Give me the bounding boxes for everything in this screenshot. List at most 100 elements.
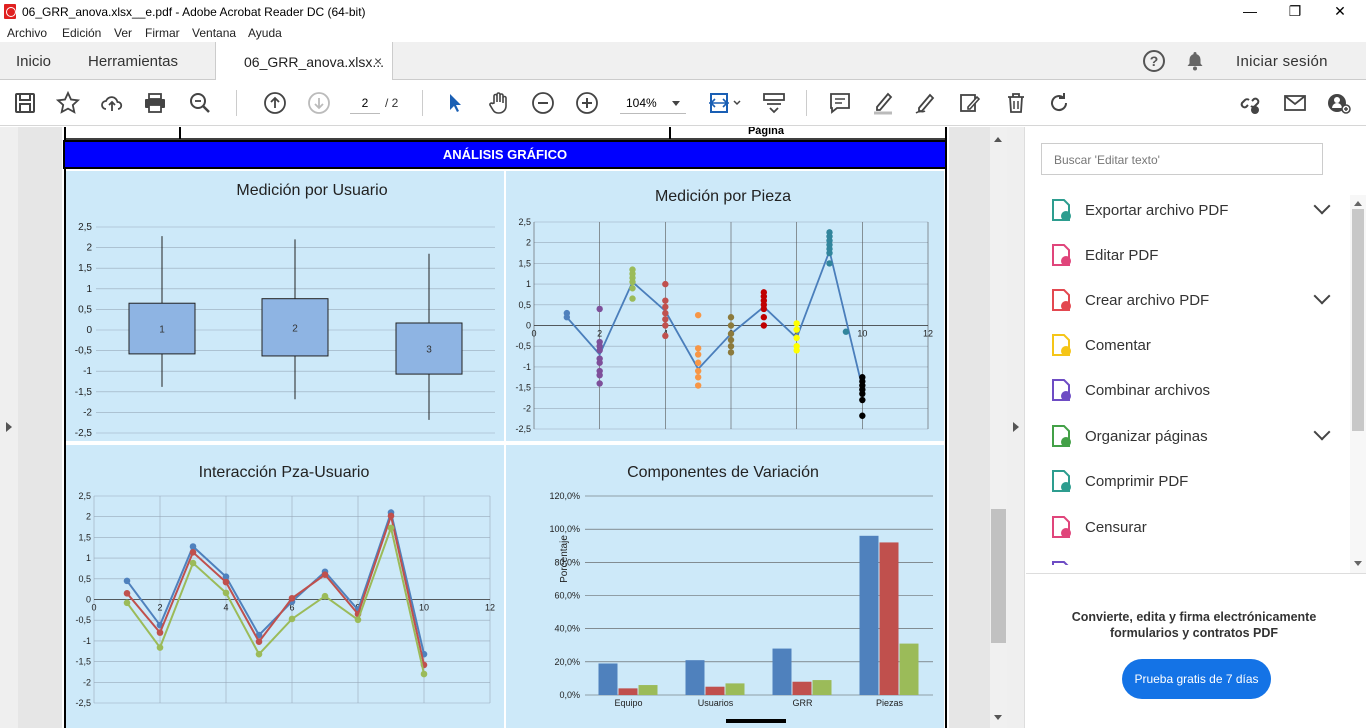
tool-compress[interactable]: Comprimir PDF <box>1048 464 1348 502</box>
scroll-up-icon[interactable] <box>994 133 1002 142</box>
chevron-down-icon[interactable] <box>1313 287 1331 305</box>
data-point <box>596 380 603 387</box>
tool-label: Organizar páginas <box>1085 428 1208 445</box>
close-tab-icon[interactable]: × <box>374 53 382 69</box>
delete-trash-icon[interactable] <box>1004 91 1028 115</box>
document-viewport[interactable]: Página ANÁLISIS GRÁFICO Medición por Usu… <box>0 127 1025 728</box>
scroll-up-icon[interactable] <box>1354 197 1362 206</box>
y-tick-label: -2,5 <box>515 424 531 434</box>
left-pane-toggle[interactable] <box>0 127 18 728</box>
print-icon[interactable] <box>143 91 167 115</box>
chart-panel-pieza <box>506 171 944 441</box>
y-tick-label: -1 <box>83 636 91 646</box>
data-point <box>288 594 296 602</box>
tools-scrollbar[interactable] <box>1350 195 1366 573</box>
tools-search-input[interactable]: Buscar 'Editar texto' <box>1041 143 1323 175</box>
save-icon[interactable] <box>13 91 37 115</box>
tool-export-pdf[interactable]: Exportar archivo PDF <box>1048 193 1348 231</box>
tool-comment[interactable]: Comentar <box>1048 328 1348 366</box>
bar <box>638 685 658 695</box>
collapse-right-icon <box>1013 422 1024 432</box>
fit-page-icon[interactable] <box>707 91 743 115</box>
previous-page-icon[interactable] <box>263 91 287 115</box>
help-icon[interactable]: ? <box>1143 50 1165 72</box>
tool-redact[interactable]: Censurar <box>1048 510 1348 548</box>
tools-pane: Buscar 'Editar texto' Exportar archivo P… <box>1026 127 1366 728</box>
highlight-pen-icon[interactable] <box>871 91 895 115</box>
bar <box>705 686 725 695</box>
tool-protect[interactable]: Proteger <box>1048 555 1348 565</box>
menu-firmar[interactable]: Firmar <box>145 26 180 40</box>
chart-title-interaccion: Interacción Pza-Usuario <box>199 464 370 481</box>
tool-label: Comprimir PDF <box>1085 473 1189 490</box>
data-point <box>727 336 735 344</box>
chevron-down-icon[interactable] <box>1313 197 1331 215</box>
tool-create-pdf[interactable]: Crear archivo PDF <box>1048 283 1348 321</box>
menu-ver[interactable]: Ver <box>114 26 132 40</box>
free-trial-button[interactable]: Prueba gratis de 7 días <box>1122 659 1271 699</box>
data-point <box>859 396 866 404</box>
menu-ayuda[interactable]: Ayuda <box>248 26 282 40</box>
notification-bell-icon[interactable] <box>1186 51 1204 71</box>
zoom-in-icon[interactable] <box>575 91 599 115</box>
close-window-button[interactable]: ✕ <box>1317 0 1363 24</box>
tool-edit-pdf[interactable]: Editar PDF <box>1048 238 1348 276</box>
y-tick-label: 0,5 <box>518 300 531 310</box>
page-total: / 2 <box>385 96 399 110</box>
data-point <box>288 615 296 623</box>
data-point <box>662 280 669 288</box>
x-tick-label: 12 <box>485 603 495 613</box>
bar <box>899 643 919 695</box>
data-point <box>629 278 636 286</box>
upload-cloud-icon[interactable] <box>100 91 124 115</box>
zoom-out-icon[interactable] <box>531 91 555 115</box>
email-icon[interactable] <box>1283 91 1307 115</box>
tool-combine[interactable]: Combinar archivos <box>1048 373 1348 411</box>
chevron-down-icon[interactable] <box>1313 423 1331 441</box>
next-page-icon[interactable] <box>307 91 331 115</box>
data-point <box>662 322 669 329</box>
tab-document[interactable]: 06_GRR_anova.xlsx... × <box>215 42 393 80</box>
tool-label: Exportar archivo PDF <box>1085 202 1229 219</box>
data-point <box>859 390 866 398</box>
fill-sign-icon[interactable] <box>958 91 982 115</box>
select-cursor-icon[interactable] <box>443 91 467 115</box>
scrollbar-thumb[interactable] <box>991 509 1006 643</box>
tool-organize[interactable]: Organizar páginas <box>1048 419 1348 457</box>
page-number-input[interactable]: 2 <box>350 92 380 114</box>
tab-herramientas[interactable]: Herramientas <box>88 53 178 70</box>
y-tick-label: 0 <box>86 325 92 336</box>
scrollbar-thumb[interactable] <box>1352 209 1364 431</box>
sign-in-link[interactable]: Iniciar sesión <box>1236 53 1328 70</box>
y-tick-label: -2 <box>523 403 531 413</box>
minimize-button[interactable]: — <box>1227 0 1273 24</box>
menu-ventana[interactable]: Ventana <box>192 26 236 40</box>
zoom-level-select[interactable]: 104% <box>620 92 686 114</box>
document-scrollbar[interactable] <box>990 127 1007 728</box>
y-tick-label: 0,5 <box>78 574 91 584</box>
data-point <box>189 543 197 550</box>
menu-edicion[interactable]: Edición <box>62 26 101 40</box>
comment-icon[interactable] <box>828 91 852 115</box>
menu-archivo[interactable]: Archivo <box>7 26 47 40</box>
hand-tool-icon[interactable] <box>487 91 511 115</box>
tab-inicio[interactable]: Inicio <box>16 53 51 70</box>
zoom-search-icon[interactable] <box>188 91 212 115</box>
data-point <box>727 349 735 356</box>
scroll-mode-icon[interactable] <box>762 91 786 115</box>
share-link-icon[interactable] <box>1238 91 1262 115</box>
tool-label: Combinar archivos <box>1085 382 1211 399</box>
export-pdf-icon <box>1052 199 1071 221</box>
add-user-icon[interactable] <box>1327 91 1351 115</box>
data-point <box>662 309 669 317</box>
y-tick-label: -1,5 <box>75 387 93 398</box>
rotate-icon[interactable] <box>1047 91 1071 115</box>
right-pane-toggle[interactable] <box>1007 127 1025 728</box>
x-tick-label: Piezas <box>876 698 904 708</box>
sign-pen-icon[interactable] <box>914 91 938 115</box>
maximize-button[interactable]: ❐ <box>1272 0 1318 24</box>
scroll-down-icon[interactable] <box>1354 561 1362 570</box>
data-point <box>596 371 603 379</box>
scroll-down-icon[interactable] <box>994 715 1002 724</box>
bookmark-star-icon[interactable] <box>56 91 80 115</box>
